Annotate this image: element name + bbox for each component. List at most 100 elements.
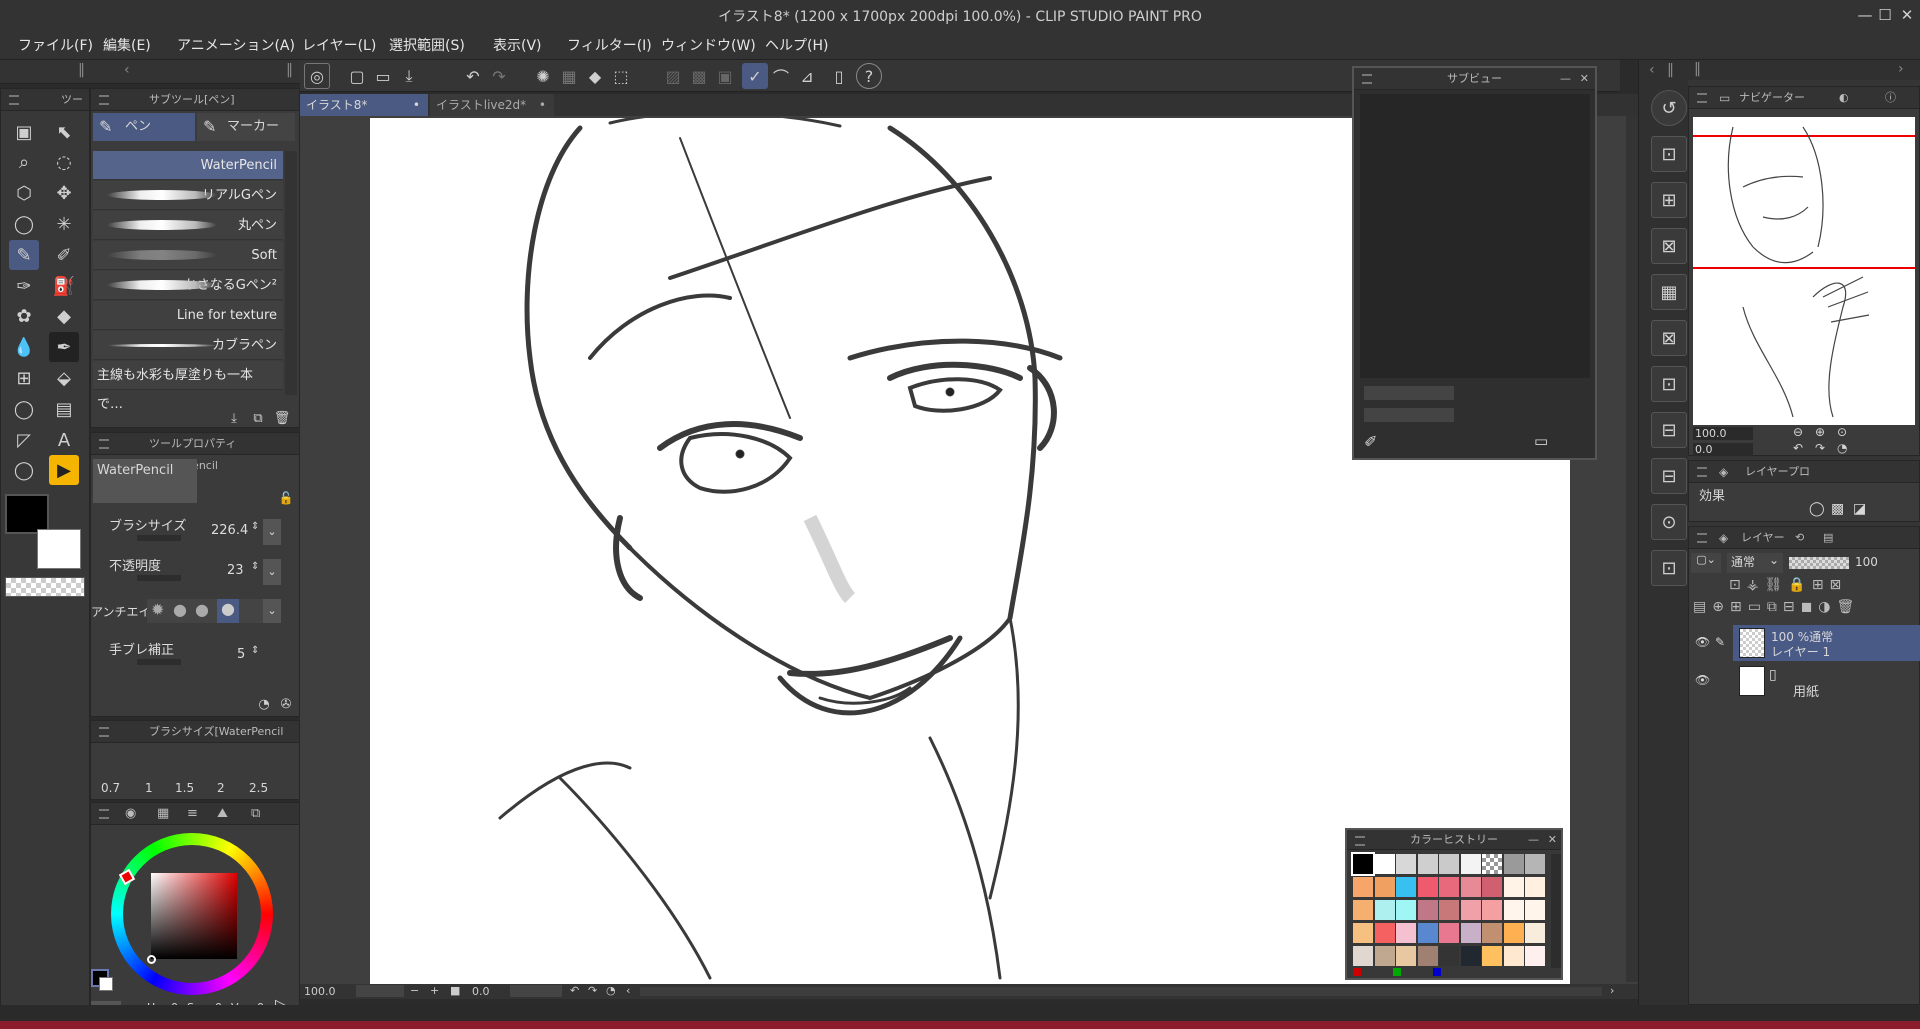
select-layer-icon[interactable]: ▣ bbox=[712, 63, 738, 89]
color-history-swatch[interactable] bbox=[1503, 923, 1524, 943]
reset-rotation-icon[interactable]: ◔ bbox=[606, 984, 616, 997]
zoom-out-icon[interactable]: − bbox=[410, 984, 419, 997]
layer-panel-title[interactable]: レイヤー bbox=[1741, 531, 1785, 544]
color-history-swatch[interactable] bbox=[1417, 854, 1438, 874]
brush-tool-icon[interactable]: ✑ bbox=[9, 271, 39, 301]
spin-icon[interactable]: ⇕ bbox=[251, 521, 259, 532]
material-8-icon[interactable]: ⊙ bbox=[1651, 504, 1687, 540]
color-history-scrollbar[interactable] bbox=[1551, 854, 1561, 968]
color-history-swatch[interactable] bbox=[1353, 877, 1373, 897]
color-history-swatch[interactable] bbox=[1353, 923, 1373, 943]
undo-icon[interactable]: ↶ bbox=[460, 63, 486, 89]
brush-item-kabura-pen[interactable]: カブラペン bbox=[93, 331, 283, 360]
color-history-swatch[interactable] bbox=[1439, 877, 1459, 897]
menu-filter[interactable]: フィルター(I) bbox=[567, 35, 652, 55]
rotate-left-icon[interactable]: ↶ bbox=[570, 984, 579, 997]
canvas-horizontal-scrollbar[interactable] bbox=[640, 987, 1602, 996]
color-history-swatch[interactable] bbox=[1396, 877, 1416, 897]
brush-size-preset[interactable]: 1.5 bbox=[175, 781, 194, 795]
dock-arrow-left-icon[interactable]: ‹ bbox=[1649, 62, 1655, 78]
stabilization-slider[interactable] bbox=[137, 659, 181, 665]
tone-effect-icon[interactable]: ▩ bbox=[1831, 501, 1844, 517]
subtool-tab-pen[interactable]: ✎ ペン bbox=[93, 113, 195, 141]
brush-item-all-in-one[interactable]: 主線も水彩も厚塗りも一本で… bbox=[93, 361, 283, 412]
angle-slider[interactable] bbox=[510, 985, 562, 997]
dock-collapse-icon[interactable]: ‖ bbox=[78, 62, 85, 78]
layer-search-tab-icon[interactable]: ▤ bbox=[1823, 527, 1833, 549]
canvas-angle-value[interactable]: 0.0 bbox=[472, 985, 490, 998]
dynamics-button[interactable]: ⌄ bbox=[263, 519, 281, 545]
layer-row[interactable]: 👁 ✎ 100 %通常 レイヤー 1 bbox=[1689, 625, 1920, 661]
sub-color-swatch[interactable] bbox=[37, 529, 81, 569]
color-slider-tab-icon[interactable]: ≡ bbox=[187, 803, 198, 825]
color-history-swatch[interactable] bbox=[1374, 877, 1395, 897]
stabilization-value[interactable]: 5 bbox=[237, 647, 245, 662]
color-history-swatch[interactable] bbox=[1439, 946, 1459, 966]
animation-cels-tab-icon[interactable]: ⟲ bbox=[1795, 527, 1804, 549]
color-history-swatch[interactable] bbox=[1460, 900, 1481, 920]
color-history-swatch[interactable] bbox=[1525, 877, 1545, 897]
eraser-tool-icon[interactable]: ◆ bbox=[49, 301, 79, 331]
smartphone-icon[interactable]: ▯ bbox=[826, 63, 852, 89]
brush-size-preset[interactable]: 2 bbox=[217, 781, 225, 795]
redo-icon[interactable]: ↷ bbox=[486, 63, 512, 89]
auto-select-tool-icon[interactable]: ✳ bbox=[49, 209, 79, 239]
rotate-right-icon[interactable]: ↷ bbox=[588, 984, 597, 997]
eyedropper-tool-icon[interactable]: ✐ bbox=[49, 240, 79, 270]
color-history-swatch[interactable] bbox=[1417, 946, 1438, 966]
color-history-swatch[interactable] bbox=[1374, 900, 1395, 920]
dock-arrow-right-icon[interactable]: › bbox=[1898, 61, 1904, 77]
layer-action-toolbar[interactable]: ▤⊕⊞▭⧉⊟◼◑🗑 bbox=[1689, 599, 1920, 621]
material-3-icon[interactable]: ⊠ bbox=[1651, 228, 1687, 264]
brush-size-preset[interactable]: 0.7 bbox=[101, 781, 120, 795]
blend-mode-select[interactable]: 通常 ⌄ bbox=[1727, 553, 1783, 573]
color-history-swatch[interactable] bbox=[1396, 900, 1416, 920]
3d-object-tool-icon[interactable]: ⬡ bbox=[9, 178, 39, 208]
visibility-eye-icon[interactable]: 👁 bbox=[1695, 635, 1710, 649]
color-history-swatch[interactable] bbox=[1417, 923, 1438, 943]
color-history-swatch[interactable] bbox=[1396, 946, 1416, 966]
fill-icon[interactable]: ◆ bbox=[582, 63, 608, 89]
navigator-reset-rotate-icon[interactable]: ◔ bbox=[1837, 441, 1847, 455]
color-history-swatch[interactable] bbox=[1353, 900, 1373, 920]
subview-minimize-icon[interactable]: — bbox=[1560, 68, 1571, 90]
color-history-swatch[interactable] bbox=[1482, 854, 1502, 874]
subtool-scrollbar[interactable] bbox=[285, 151, 297, 395]
material-6-icon[interactable]: ⊟ bbox=[1651, 412, 1687, 448]
brush-size-slider[interactable] bbox=[137, 535, 181, 541]
color-wheel-tab-icon[interactable]: ◉ bbox=[125, 803, 136, 825]
airbrush-tool-icon[interactable]: ⛽ bbox=[49, 271, 79, 301]
vector-pen-tool-icon[interactable]: ✒ bbox=[49, 332, 79, 362]
color-history-swatch[interactable] bbox=[1374, 946, 1395, 966]
dock-collapse-icon[interactable]: ‖ bbox=[1667, 62, 1674, 78]
layer-row[interactable]: 👁 ▯ 用紙 bbox=[1689, 663, 1920, 700]
color-history-swatch[interactable] bbox=[1439, 900, 1459, 920]
lock-icon[interactable]: 🔓 bbox=[273, 485, 299, 511]
menu-help[interactable]: ヘルプ(H) bbox=[765, 35, 828, 55]
color-history-swatch[interactable] bbox=[1525, 854, 1545, 874]
canvas-vertical-scrollbar[interactable] bbox=[1626, 116, 1638, 982]
brush-item-soft[interactable]: Soft bbox=[93, 241, 283, 270]
snap-grid-icon[interactable]: ⊿ bbox=[794, 63, 820, 89]
history-icon[interactable]: ↺ bbox=[1651, 90, 1687, 126]
tab-close-icon[interactable]: • bbox=[539, 94, 546, 116]
transform-icon[interactable]: ⬚ bbox=[608, 63, 634, 89]
color-history-swatch[interactable] bbox=[1525, 923, 1545, 943]
subview-eyedropper-icon[interactable]: ✐ bbox=[1364, 432, 1377, 451]
material-2-icon[interactable]: ⊞ bbox=[1651, 182, 1687, 218]
antialias-expand-button[interactable]: ⌄ bbox=[263, 599, 281, 623]
clip-studio-icon[interactable]: ◎ bbox=[304, 63, 330, 89]
color-history-swatch[interactable] bbox=[1374, 923, 1395, 943]
pen-tool-icon[interactable]: ✎ bbox=[9, 240, 39, 270]
color-history-close-icon[interactable]: ✕ bbox=[1548, 830, 1557, 850]
color-history-swatch[interactable] bbox=[1460, 854, 1481, 874]
color-history-swatch[interactable] bbox=[1525, 900, 1545, 920]
brush-item-maru-pen[interactable]: 丸ペン bbox=[93, 211, 283, 240]
color-history-swatch[interactable] bbox=[1439, 923, 1459, 943]
add-subtool-icon[interactable]: ⤓ bbox=[221, 405, 247, 431]
brush-size-preset[interactable]: 2.5 bbox=[249, 781, 268, 795]
dock-collapse-icon[interactable]: ‖ bbox=[1694, 61, 1701, 77]
border-effect-icon[interactable]: ◯ bbox=[1809, 501, 1825, 517]
dock-collapse-icon-2[interactable]: ‖ bbox=[286, 62, 293, 78]
navigator-title[interactable]: ナビゲーター bbox=[1739, 91, 1805, 104]
